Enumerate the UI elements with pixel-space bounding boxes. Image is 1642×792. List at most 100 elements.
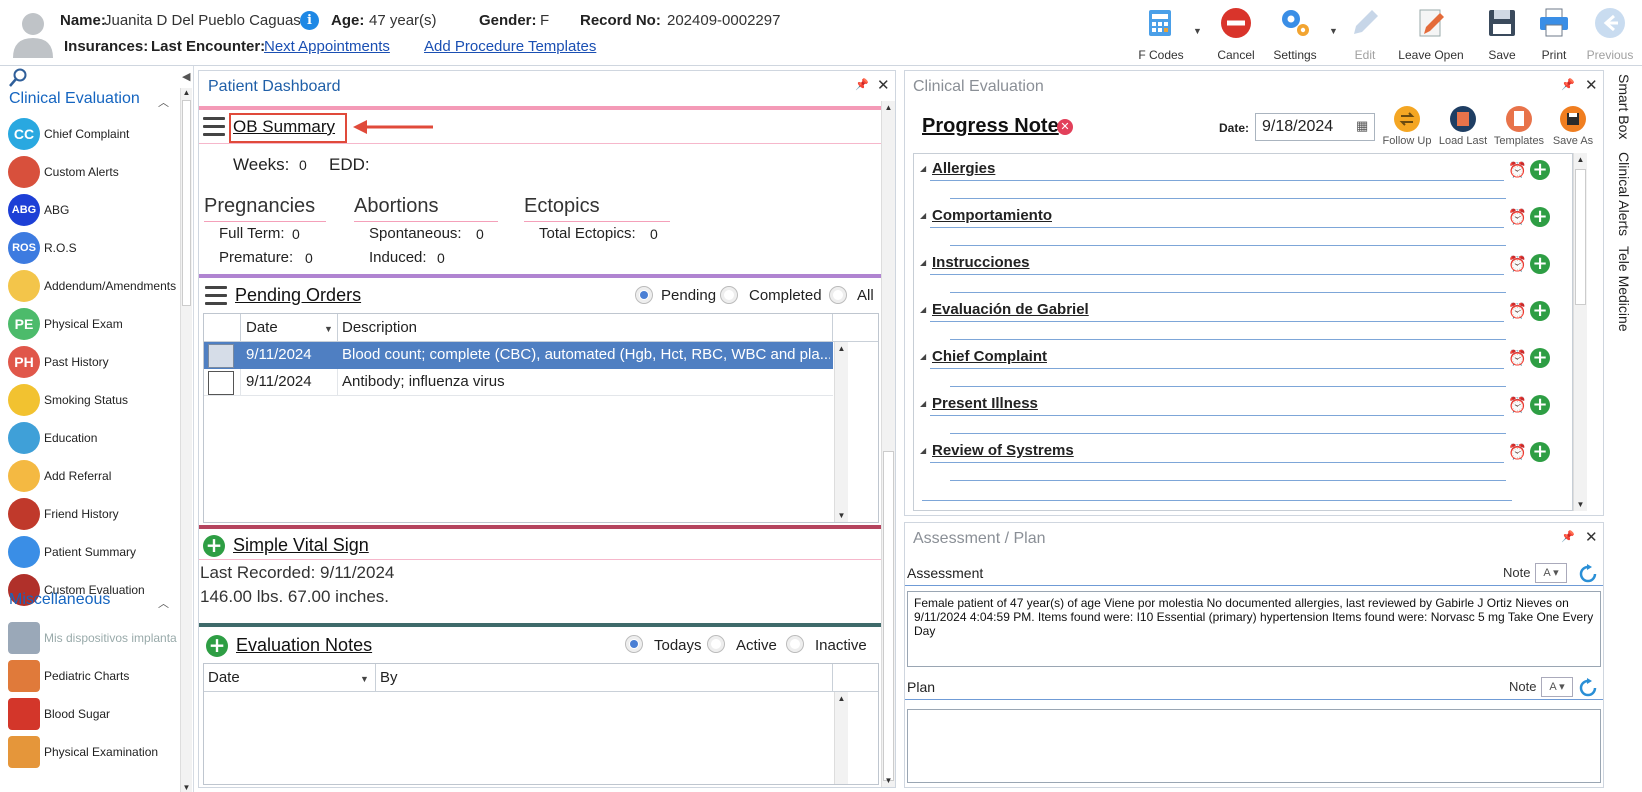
calendar-icon[interactable]: ▦ — [1356, 118, 1368, 134]
radio-inactive[interactable] — [786, 635, 804, 653]
alarm-icon[interactable]: ⏰ — [1508, 161, 1527, 179]
sort-icon[interactable]: ▼ — [360, 674, 369, 684]
col-description[interactable]: Description — [342, 319, 417, 336]
pending-orders-title[interactable]: Pending Orders — [235, 285, 361, 306]
section-clinical-evaluation[interactable]: Clinical Evaluation — [9, 90, 140, 108]
radio-all[interactable] — [829, 286, 847, 304]
save-button[interactable]: Save — [1480, 4, 1524, 62]
alarm-icon[interactable]: ⏰ — [1508, 208, 1527, 226]
radio-active-label[interactable]: Active — [736, 637, 777, 654]
expand-icon[interactable]: ◢ — [920, 352, 926, 361]
pin-icon[interactable]: 📌 — [1561, 78, 1575, 91]
menu-icon[interactable] — [203, 117, 225, 137]
ce-section-allergies[interactable]: ◢ Allergies ⏰ + — [914, 158, 1572, 205]
load-last-button[interactable]: Load Last — [1435, 105, 1491, 149]
expand-icon[interactable]: ◢ — [920, 211, 926, 220]
tab-clinical-alerts[interactable]: Clinical Alerts — [1616, 152, 1632, 236]
alarm-icon[interactable]: ⏰ — [1508, 255, 1527, 273]
plan-textarea[interactable] — [907, 709, 1601, 783]
info-icon[interactable]: i — [300, 11, 319, 30]
refresh-icon[interactable] — [1577, 677, 1599, 699]
ce-section-comportamiento[interactable]: ◢ Comportamiento ⏰ + — [914, 205, 1572, 252]
orders-scrollbar[interactable]: ▲ ▼ — [834, 342, 848, 522]
ce-section-title[interactable]: Evaluación de Gabriel — [932, 301, 1089, 318]
sidebar-scroll-thumb[interactable] — [182, 100, 191, 306]
alarm-icon[interactable]: ⏰ — [1508, 302, 1527, 320]
sidebar-item-education[interactable]: Education — [8, 422, 178, 456]
sidebar-item-pediatric-charts[interactable]: Pediatric Charts — [8, 660, 178, 694]
ce-section-instrucciones[interactable]: ◢ Instrucciones ⏰ + — [914, 252, 1572, 299]
add-section-icon[interactable]: + — [1530, 254, 1550, 274]
scroll-up-icon[interactable]: ▲ — [181, 88, 192, 97]
sidebar-item-addendum-amendments[interactable]: Addendum/Amendments — [8, 270, 178, 304]
close-icon[interactable]: ✕ — [1585, 76, 1598, 94]
pin-icon[interactable]: 📌 — [1561, 530, 1575, 543]
plan-format-dropdown[interactable]: A ▾ — [1541, 677, 1573, 697]
sidebar-item-past-history[interactable]: PH Past History — [8, 346, 178, 380]
ce-section-present-illness[interactable]: ◢ Present Illness ⏰ + — [914, 393, 1572, 440]
scroll-up-icon[interactable]: ▲ — [1574, 155, 1587, 164]
progress-note-title[interactable]: Progress Note — [922, 115, 1059, 138]
pin-icon[interactable]: 📌 — [855, 78, 869, 91]
ce-section-chief-complaint[interactable]: ◢ Chief Complaint ⏰ + — [914, 346, 1572, 393]
ce-section-title[interactable]: Allergies — [932, 160, 995, 177]
add-vital-icon[interactable]: + — [203, 535, 225, 557]
sidebar-item-r-o-s[interactable]: ROS R.O.S — [8, 232, 178, 266]
ce-section-evaluaci-n-de-gabriel[interactable]: ◢ Evaluación de Gabriel ⏰ + — [914, 299, 1572, 346]
scroll-down-icon[interactable]: ▼ — [882, 776, 895, 785]
ob-summary-link[interactable]: OB Summary — [233, 117, 335, 137]
note-format-dropdown[interactable]: A ▾ — [1535, 563, 1567, 583]
add-section-icon[interactable]: + — [1530, 207, 1550, 227]
sidebar-item-smoking-status[interactable]: Smoking Status — [8, 384, 178, 418]
leave-open-button[interactable]: Leave Open — [1395, 4, 1467, 62]
fcodes-button[interactable]: F Codes — [1136, 4, 1186, 62]
tab-smart-box[interactable]: Smart Box — [1616, 74, 1632, 139]
settings-button[interactable]: Settings — [1267, 4, 1323, 62]
table-row-selected[interactable]: 9/11/2024 Blood count; complete (CBC), a… — [204, 342, 833, 369]
radio-completed[interactable] — [720, 286, 738, 304]
expand-icon[interactable]: ◢ — [920, 164, 926, 173]
scroll-down-icon[interactable]: ▼ — [181, 783, 192, 792]
add-section-icon[interactable]: + — [1530, 301, 1550, 321]
add-section-icon[interactable]: + — [1530, 442, 1550, 462]
radio-active[interactable] — [707, 635, 725, 653]
sidebar-item-friend-history[interactable]: Friend History — [8, 498, 178, 532]
scroll-down-icon[interactable]: ▼ — [835, 511, 848, 520]
expand-icon[interactable]: ◢ — [920, 258, 926, 267]
ce-section-title[interactable]: Present Illness — [932, 395, 1038, 412]
ce-section-title[interactable]: Chief Complaint — [932, 348, 1047, 365]
tab-tele-medicine[interactable]: Tele Medicine — [1616, 246, 1632, 332]
add-section-icon[interactable]: + — [1530, 395, 1550, 415]
sidebar-item-patient-summary[interactable]: Patient Summary — [8, 536, 178, 570]
ce-section-title[interactable]: Instrucciones — [932, 254, 1030, 271]
expand-icon[interactable]: ◢ — [920, 305, 926, 314]
chevron-up-icon[interactable]: ︿ — [158, 94, 169, 110]
sections-scrollbar[interactable]: ▲ ▼ — [1573, 153, 1587, 511]
remove-icon[interactable]: ✕ — [1057, 119, 1073, 135]
sidebar-item-physical-examination[interactable]: Physical Examination — [8, 736, 178, 770]
menu-icon[interactable] — [205, 286, 227, 306]
radio-todays-label[interactable]: Todays — [654, 637, 702, 654]
add-note-icon[interactable]: + — [206, 635, 228, 657]
print-button[interactable]: Print — [1530, 4, 1578, 62]
scroll-down-icon[interactable]: ▼ — [1574, 500, 1587, 509]
collapse-sidebar-icon[interactable]: ◀ — [182, 70, 190, 83]
simple-vital-sign-title[interactable]: Simple Vital Sign — [233, 535, 369, 556]
sidebar-scrollbar[interactable]: ▲ ▼ — [180, 88, 192, 792]
radio-completed-label[interactable]: Completed — [749, 287, 822, 304]
sidebar-item-chief-complaint[interactable]: CC Chief Complaint — [8, 118, 178, 152]
search-icon[interactable] — [8, 68, 28, 88]
radio-pending[interactable] — [635, 286, 653, 304]
radio-all-label[interactable]: All — [857, 287, 874, 304]
sidebar-item-mis-dispositivos-implanta[interactable]: Mis dispositivos implanta — [8, 622, 178, 656]
add-section-icon[interactable]: + — [1530, 160, 1550, 180]
templates-button[interactable]: Templates — [1491, 105, 1547, 149]
alarm-icon[interactable]: ⏰ — [1508, 396, 1527, 414]
next-appointments-link[interactable]: Next Appointments — [264, 38, 390, 55]
close-icon[interactable]: ✕ — [1585, 528, 1598, 546]
cancel-button[interactable]: Cancel — [1211, 4, 1261, 62]
scroll-up-icon[interactable]: ▲ — [835, 694, 848, 703]
sidebar-item-physical-exam[interactable]: PE Physical Exam — [8, 308, 178, 342]
radio-pending-label[interactable]: Pending — [661, 287, 716, 304]
assessment-textarea[interactable]: Female patient of 47 year(s) of age Vien… — [907, 591, 1601, 667]
